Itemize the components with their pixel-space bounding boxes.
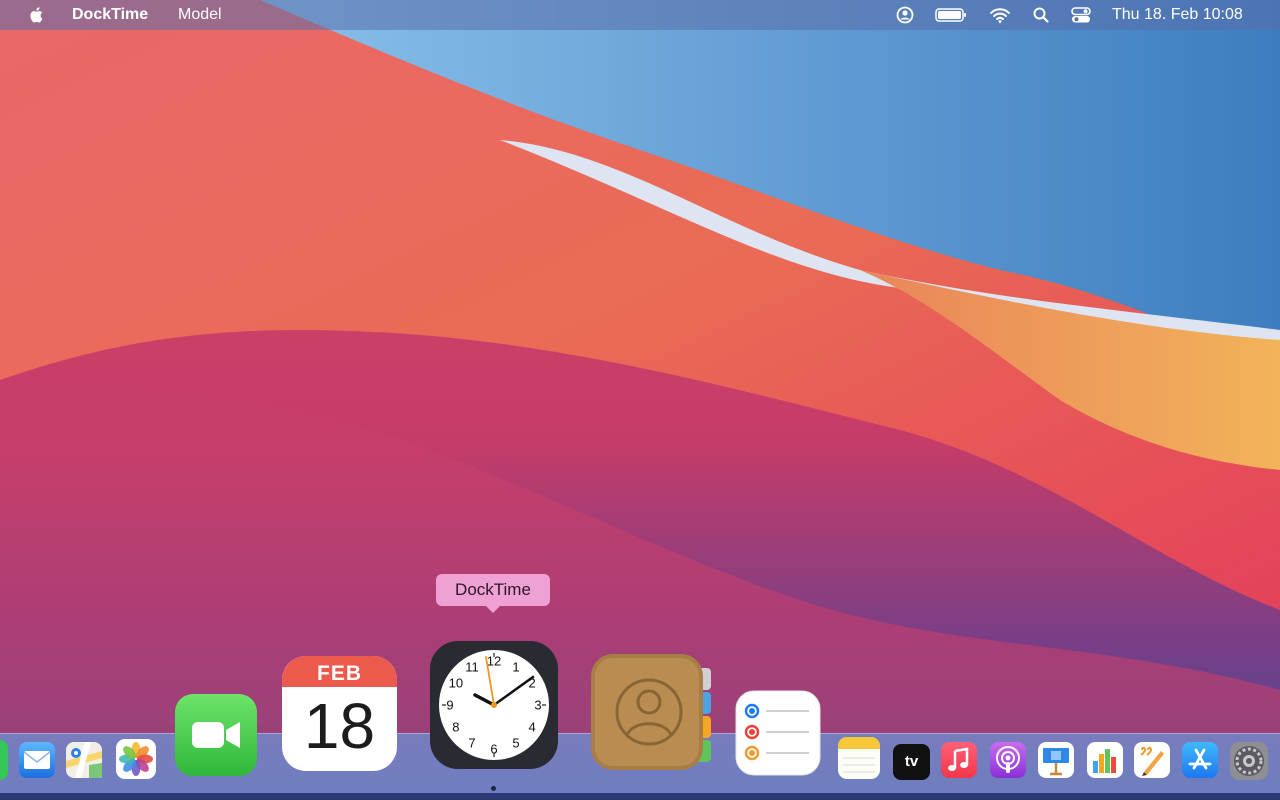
docktime-clock-icon[interactable]: 12 1234567891011 xyxy=(429,640,559,770)
clock-numeral: 1 xyxy=(512,659,519,674)
mail-icon[interactable] xyxy=(18,741,56,779)
control-center-icon[interactable] xyxy=(1070,5,1092,25)
menu-model[interactable]: Model xyxy=(178,6,222,24)
keynote-icon[interactable] xyxy=(1037,741,1075,779)
spotlight-search-icon[interactable] xyxy=(1032,5,1050,25)
app-menu-docktime[interactable]: DockTime xyxy=(72,6,148,24)
notes-icon[interactable] xyxy=(837,736,881,780)
contacts-icon[interactable] xyxy=(589,652,715,772)
maps-icon[interactable] xyxy=(65,741,103,779)
reminders-icon[interactable] xyxy=(735,690,821,776)
dock-edge xyxy=(0,793,1280,800)
numbers-icon[interactable] xyxy=(1086,741,1124,779)
system-preferences-icon[interactable] xyxy=(1229,741,1269,781)
apple-logo-icon[interactable] xyxy=(26,5,46,25)
clock-numeral: 3 xyxy=(534,698,541,713)
calendar-month: FEB xyxy=(317,662,362,685)
clock-numeral: 4 xyxy=(528,720,535,735)
messages-icon[interactable] xyxy=(0,740,8,780)
battery-icon[interactable] xyxy=(935,5,967,25)
menubar-clock[interactable]: Thu 18. Feb 10:08 xyxy=(1112,6,1243,24)
app-store-icon[interactable] xyxy=(1181,741,1219,779)
clock-numeral: 10 xyxy=(449,676,463,691)
dock-tooltip: DockTime xyxy=(436,574,550,613)
clock-numeral: 11 xyxy=(465,659,479,674)
wifi-icon[interactable] xyxy=(989,5,1011,25)
facetime-icon[interactable] xyxy=(174,693,258,777)
clock-numeral: 7 xyxy=(468,736,475,751)
pages-icon[interactable] xyxy=(1133,741,1171,779)
clock-numeral: 6 xyxy=(490,742,497,757)
apple-tv-label: tv xyxy=(904,753,919,770)
photos-icon[interactable] xyxy=(115,738,157,780)
clock-numeral: 5 xyxy=(512,736,519,751)
calendar-day: 18 xyxy=(303,690,376,762)
podcasts-icon[interactable] xyxy=(989,741,1027,779)
clock-numeral: 12 xyxy=(487,654,501,669)
menu-bar: DockTime Model Thu 18. Feb 10:08 xyxy=(0,0,1280,30)
clock-numeral: 9 xyxy=(446,698,453,713)
user-account-icon[interactable] xyxy=(895,5,915,25)
clock-numeral: 8 xyxy=(452,720,459,735)
running-indicator xyxy=(491,786,496,791)
music-icon[interactable] xyxy=(940,741,978,779)
